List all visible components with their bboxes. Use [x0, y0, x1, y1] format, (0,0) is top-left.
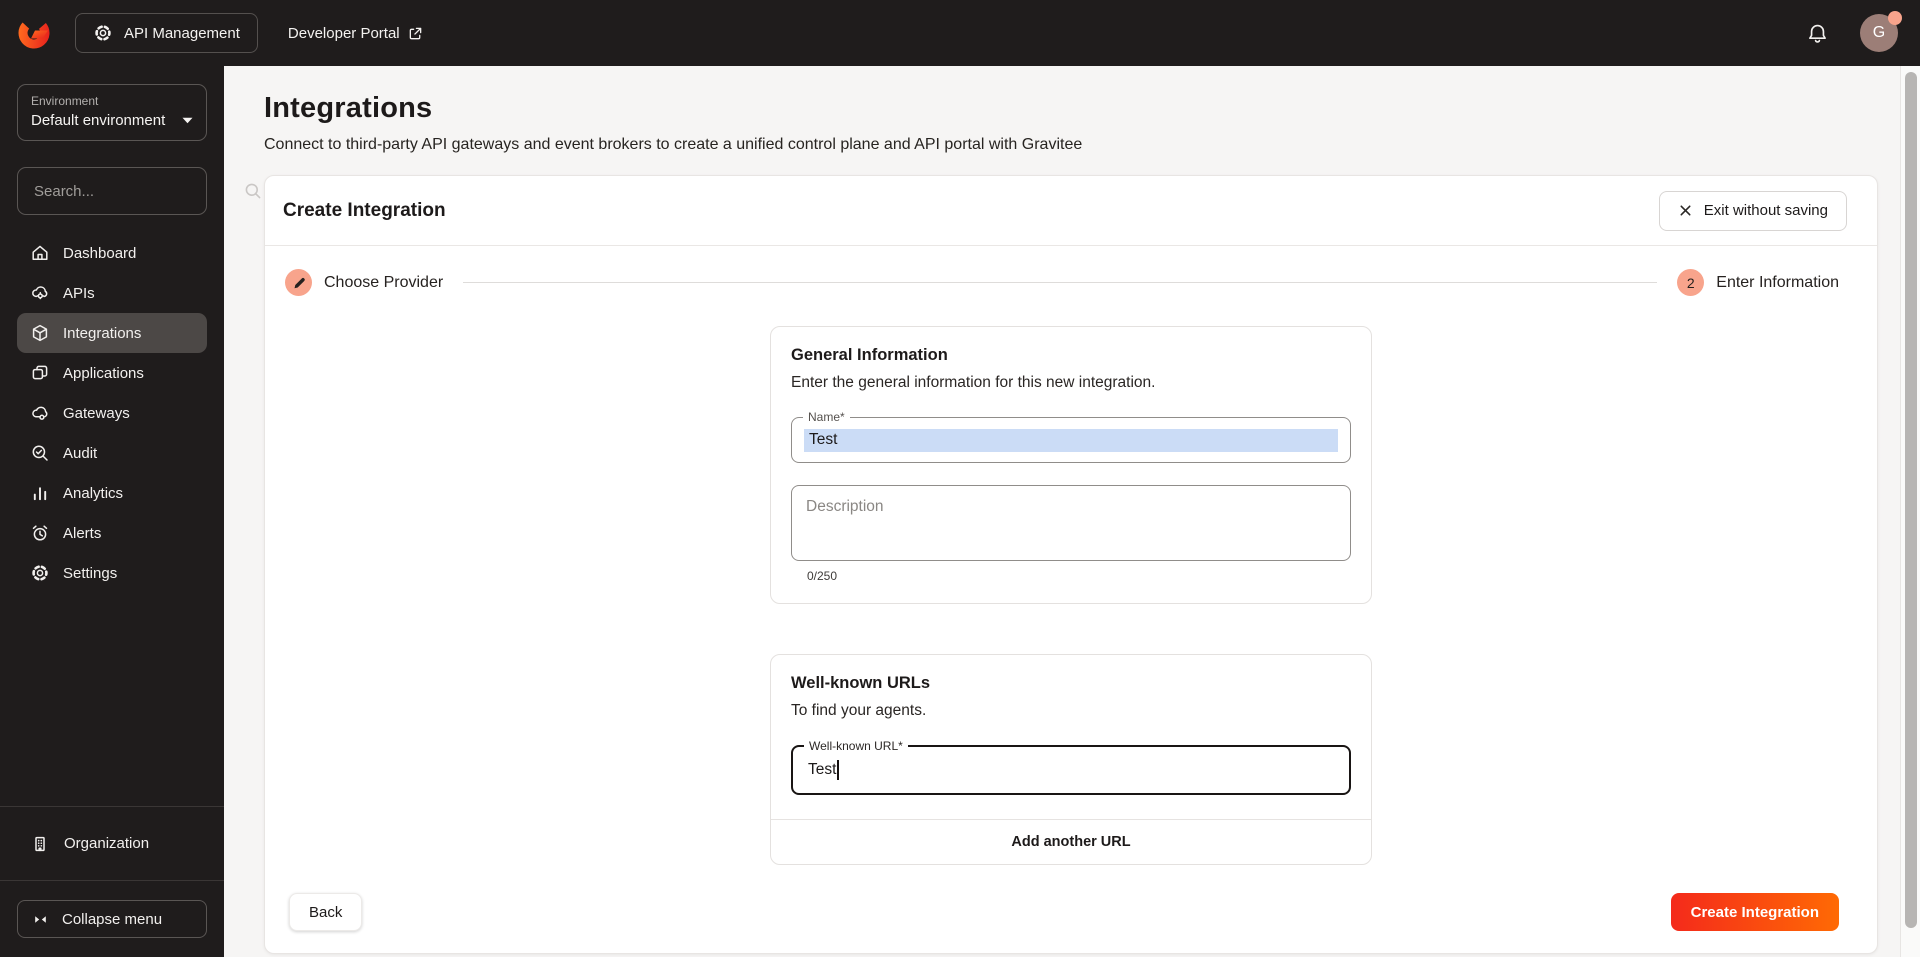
step-label: Enter Information: [1716, 273, 1839, 291]
search-icon: [243, 181, 263, 201]
environment-select[interactable]: Environment Default environment: [17, 84, 207, 141]
sidebar-item-label: APIs: [63, 284, 95, 302]
step-enter-information[interactable]: 2 Enter Information: [1677, 269, 1839, 296]
developer-portal-label: Developer Portal: [287, 24, 400, 42]
sidebar-item-applications[interactable]: Applications: [17, 353, 207, 393]
notifications-bell-icon[interactable]: [1805, 21, 1830, 46]
search-input[interactable]: [32, 181, 235, 201]
cube-icon: [30, 323, 50, 343]
environment-label: Environment: [31, 94, 99, 108]
well-known-urls-title: Well-known URLs: [791, 674, 931, 692]
sidebar-item-label: Audit: [63, 444, 98, 462]
wizard-title: Create Integration: [283, 199, 446, 221]
sidebar-item-label: Integrations: [63, 324, 142, 342]
general-information-subtitle: Enter the general information for this n…: [791, 374, 1156, 391]
sidebar-item-label: Gateways: [63, 404, 130, 422]
wizard-header: Create Integration Exit without saving: [265, 176, 1877, 246]
step-choose-provider[interactable]: Choose Provider: [285, 269, 443, 296]
name-field-label: Name*: [803, 410, 850, 424]
gravitee-logo-icon[interactable]: [18, 17, 50, 49]
cloud-gear-icon: [30, 283, 50, 303]
exit-without-saving-button[interactable]: Exit without saving: [1658, 190, 1847, 231]
sidebar-item-label: Dashboard: [63, 244, 137, 262]
sidebar-bottom: Organization Collapse menu: [0, 806, 224, 957]
sidebar-item-label: Analytics: [63, 484, 124, 502]
sidebar: Environment Default environment Dashboar…: [0, 66, 261, 957]
gear-icon: [93, 23, 113, 43]
cloud-node-icon: [30, 403, 50, 423]
sidebar-item-settings[interactable]: Settings: [17, 553, 207, 593]
page-title: Integrations: [264, 92, 433, 124]
alarm-clock-icon: [30, 523, 50, 543]
wizard-stepper: Choose Provider 2 Enter Information: [265, 269, 1877, 296]
divider: [0, 880, 224, 881]
page-scrollbar-track[interactable]: [1900, 66, 1920, 957]
wizard-body: Choose Provider 2 Enter Information Gene…: [265, 246, 1877, 953]
sidebar-item-dashboard[interactable]: Dashboard: [17, 233, 207, 273]
general-information-title: General Information: [791, 346, 948, 364]
sidebar-item-label: Alerts: [63, 524, 102, 542]
bar-chart-icon: [30, 483, 50, 503]
sidebar-item-gateways[interactable]: Gateways: [17, 393, 207, 433]
add-another-url-button[interactable]: Add another URL: [771, 819, 1371, 864]
stepper-connector: [463, 282, 1658, 283]
name-input[interactable]: Name* Test: [791, 410, 1351, 463]
sidebar-item-label: Settings: [63, 564, 118, 582]
app-switcher-button[interactable]: API Management: [75, 13, 258, 53]
step-indicator-edit: [285, 269, 312, 296]
gear-icon: [30, 563, 50, 583]
main-content: Integrations Connect to third-party API …: [224, 66, 1900, 957]
general-information-card: General Information Enter the general in…: [770, 326, 1372, 604]
collapse-menu-button[interactable]: Collapse menu: [17, 900, 207, 938]
sidebar-search[interactable]: [17, 167, 261, 215]
chevron-down-icon: [182, 117, 193, 124]
well-known-urls-card: Well-known URLs To find your agents. Wel…: [770, 654, 1372, 865]
stacked-windows-icon: [30, 363, 50, 383]
step-indicator-number: 2: [1677, 269, 1705, 296]
sidebar-item-label: Organization: [64, 835, 150, 852]
collapse-arrows-icon: [32, 911, 49, 928]
sidebar-nav: Dashboard APIs Integrations Applications…: [0, 233, 224, 593]
back-button[interactable]: Back: [289, 893, 363, 931]
sidebar-item-alerts[interactable]: Alerts: [17, 513, 207, 553]
well-known-url-label: Well-known URL*: [804, 739, 908, 753]
step-label: Choose Provider: [324, 273, 444, 291]
text-cursor: [837, 760, 839, 780]
developer-portal-link[interactable]: Developer Portal: [288, 25, 423, 42]
sidebar-item-analytics[interactable]: Analytics: [17, 473, 207, 513]
description-char-counter: 0/250: [807, 569, 838, 583]
notification-dot: [1888, 11, 1902, 25]
collapse-menu-label: Collapse menu: [62, 910, 163, 928]
well-known-url-input[interactable]: Well-known URL* Test: [791, 739, 1351, 795]
app-switcher-label: API Management: [124, 24, 240, 42]
sidebar-item-label: Applications: [63, 364, 144, 382]
name-field-value: Test: [804, 428, 1338, 452]
environment-value: Default environment: [31, 112, 166, 129]
building-icon: [30, 834, 50, 854]
description-placeholder: Description: [806, 498, 884, 515]
sidebar-item-organization[interactable]: Organization: [0, 807, 224, 880]
home-icon: [30, 243, 50, 263]
exit-button-label: Exit without saving: [1703, 202, 1828, 219]
create-integration-button[interactable]: Create Integration: [1670, 893, 1839, 931]
wizard-actions: Back Create Integration: [265, 893, 1877, 953]
top-bar: API Management Developer Portal G: [0, 0, 1920, 66]
search-check-icon: [30, 443, 50, 463]
page-subtitle: Connect to third-party API gateways and …: [264, 136, 1083, 153]
close-icon: [1678, 203, 1693, 218]
well-known-urls-subtitle: To find your agents.: [791, 702, 927, 719]
pencil-icon: [292, 276, 306, 290]
well-known-url-value: Test: [808, 761, 837, 778]
description-textarea[interactable]: Description: [791, 485, 1351, 561]
sidebar-item-apis[interactable]: APIs: [17, 273, 207, 313]
user-avatar[interactable]: G: [1860, 11, 1902, 52]
sidebar-item-integrations[interactable]: Integrations: [17, 313, 207, 353]
sidebar-item-audit[interactable]: Audit: [17, 433, 207, 473]
page-scrollbar-thumb[interactable]: [1905, 72, 1917, 928]
create-integration-card: Create Integration Exit without saving C…: [264, 175, 1878, 954]
external-link-icon: [408, 26, 423, 41]
